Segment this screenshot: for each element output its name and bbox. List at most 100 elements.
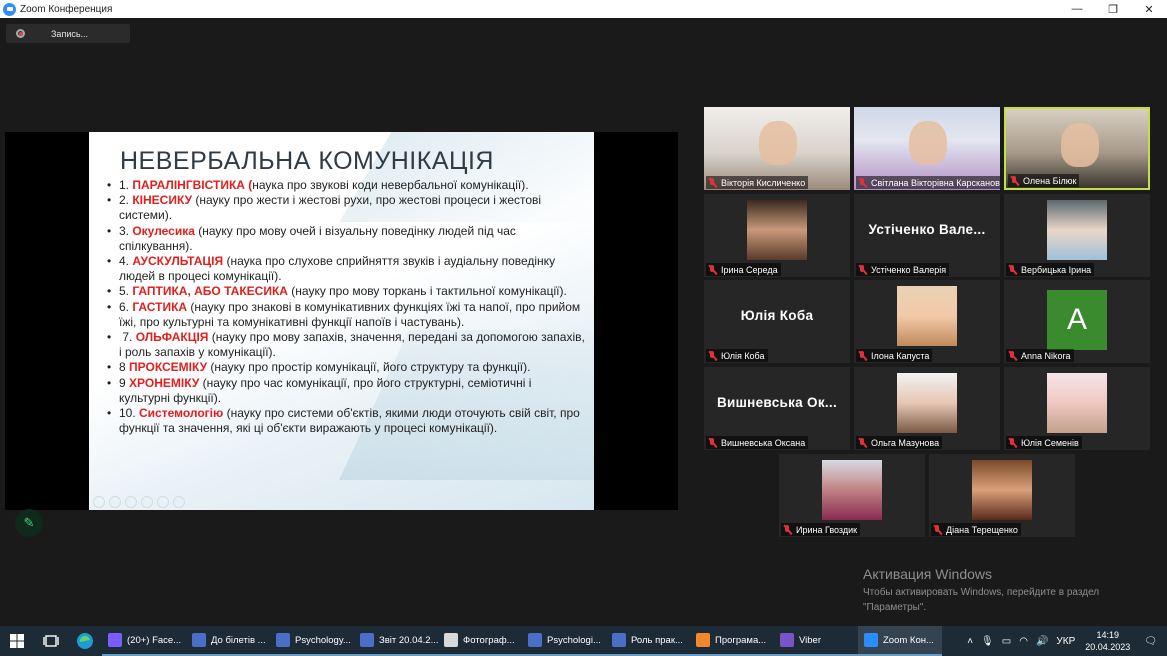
- participant-tile[interactable]: A Anna Nikora: [1004, 280, 1150, 363]
- bullet-number: 10.: [119, 406, 140, 421]
- windows-taskbar: (20+) Face... До білетів ... Psychology...…: [0, 626, 1167, 656]
- slide-bullet-item: 5. ГАПТИКА, АБО ТАКЕСИКА (науку про мову…: [107, 284, 585, 299]
- clock-time: 14:19: [1096, 630, 1120, 640]
- participant-name-label: Юлія Семенів: [1006, 436, 1082, 449]
- next-slide-icon[interactable]: [109, 496, 121, 508]
- slide-bullet-item: 8 ПРОКСЕМІКУ (науку про простір комуніка…: [107, 360, 585, 375]
- volume-icon[interactable]: 🔊: [1036, 636, 1048, 647]
- activation-line1: Чтобы активировать Windows, перейдите в …: [863, 587, 1100, 598]
- recording-label: Запись...: [51, 28, 89, 39]
- taskbar-app-button[interactable]: (20+) Face...: [102, 626, 186, 656]
- taskbar-clock[interactable]: 14:19 20.04.2023: [1085, 629, 1130, 653]
- participant-tile[interactable]: Ольга Мазунова: [854, 367, 1000, 450]
- edge-browser-icon[interactable]: [68, 626, 102, 656]
- zoom-app-icon: [3, 2, 16, 16]
- participant-name-label: Вишневська Оксана: [706, 436, 809, 449]
- close-button[interactable]: ✕: [1131, 0, 1167, 18]
- recording-indicator[interactable]: Запись...: [6, 24, 130, 43]
- participant-video-frame: [897, 286, 957, 346]
- windows-start-icon[interactable]: [0, 626, 34, 656]
- mic-muted-icon: [708, 264, 717, 275]
- taskbar-app-button[interactable]: До білетів ...: [186, 626, 270, 656]
- participant-tile[interactable]: Ірина Середа: [704, 194, 850, 277]
- participant-name-label: Вікторія Кисличенко: [706, 176, 809, 189]
- participant-name: Світлана Вікторівна Карсканова: [871, 177, 1000, 188]
- participant-tile[interactable]: Олена Білюк: [1004, 107, 1150, 190]
- participant-name: Ірина Середа: [721, 264, 778, 275]
- mic-muted-icon: [708, 437, 717, 448]
- annotate-pen-button[interactable]: ✎: [15, 509, 43, 537]
- record-icon: [16, 29, 25, 38]
- prev-slide-icon[interactable]: [93, 496, 105, 508]
- bullet-term: ГАПТИКА, АБО ТАКЕСИКА: [132, 284, 292, 299]
- task-view-icon[interactable]: [34, 626, 68, 656]
- participant-tile[interactable]: Вікторія Кисличенко: [704, 107, 850, 190]
- taskbar-app-label: Фотограф...: [463, 634, 515, 646]
- participant-name-label: Ольга Мазунова: [856, 436, 943, 449]
- participant-avatar: A: [1047, 290, 1107, 350]
- slide-bullet-item: 1. ПАРАЛІНГВІСТИКА (наука про звукові ко…: [107, 178, 585, 193]
- participant-name-label: Ілона Капуста: [856, 349, 933, 362]
- microphone-icon[interactable]: 🎙: [981, 636, 994, 647]
- taskbar-app-label: Програма...: [715, 634, 767, 646]
- taskbar-app-button[interactable]: Фотограф...: [438, 626, 522, 656]
- participant-tile[interactable]: Ирина Гвоздик: [779, 454, 925, 537]
- taskbar-app-button[interactable]: Zoom Кон...: [858, 626, 942, 656]
- participant-name: Устіченко Валерія: [871, 264, 947, 275]
- minimize-button[interactable]: —: [1059, 0, 1095, 18]
- pen-tool-icon[interactable]: [125, 496, 137, 508]
- participant-tile[interactable]: Вербицька Ірина: [1004, 194, 1150, 277]
- clock-date: 20.04.2023: [1085, 642, 1131, 652]
- activation-line2: "Параметры".: [863, 602, 927, 613]
- shared-screen[interactable]: НЕВЕРБАЛЬНА КОМУНІКАЦІЯ 1. ПАРАЛІНГВІСТИ…: [5, 132, 678, 510]
- app-icon: [444, 633, 458, 647]
- participant-name: Юлія Семенів: [1021, 437, 1079, 448]
- taskbar-app-button[interactable]: Роль прак...: [606, 626, 690, 656]
- slide-bullet-list: 1. ПАРАЛІНГВІСТИКА (наука про звукові ко…: [107, 178, 585, 436]
- slide-title: НЕВЕРБАЛЬНА КОМУНІКАЦІЯ: [120, 147, 494, 175]
- battery-icon[interactable]: ▭: [1002, 636, 1011, 647]
- slide-toolbar: [93, 496, 185, 508]
- app-icon: [276, 633, 290, 647]
- bullet-number: 2.: [119, 193, 133, 208]
- taskbar-app-button[interactable]: Psychologi...: [522, 626, 606, 656]
- zoom-icon[interactable]: [157, 496, 169, 508]
- system-tray: ˄ 🎙 ▭ ◠ 🔊 УКР 14:19 20.04.2023 🗨: [963, 626, 1167, 656]
- participant-name: Юлія Коба: [721, 350, 765, 361]
- participant-tile[interactable]: Ілона Капуста: [854, 280, 1000, 363]
- taskbar-app-button[interactable]: Програма...: [690, 626, 774, 656]
- participant-display-name: Юлія Коба: [740, 308, 814, 323]
- restore-button[interactable]: ❐: [1095, 0, 1131, 18]
- participant-tile[interactable]: Юлія Коба Юлія Коба: [704, 280, 850, 363]
- participant-name-label: Ірина Середа: [706, 263, 781, 276]
- meeting-stage: Запись... НЕВЕРБАЛЬНА КОМУНІКАЦІЯ 1. ПАР…: [0, 18, 1167, 626]
- taskbar-app-button[interactable]: Звіт 20.04.2...: [354, 626, 438, 656]
- mic-muted-icon: [1008, 437, 1017, 448]
- show-hidden-icons-icon[interactable]: ˄: [967, 636, 973, 647]
- grid-view-icon[interactable]: [141, 496, 153, 508]
- notifications-icon[interactable]: 🗨: [1144, 636, 1157, 647]
- window-titlebar: Zoom Конференция — ❐ ✕: [0, 0, 1167, 18]
- taskbar-app-button[interactable]: Viber: [774, 626, 858, 656]
- more-options-icon[interactable]: [173, 496, 185, 508]
- participant-name: Anna Nikora: [1021, 350, 1071, 361]
- participant-tile[interactable]: Юлія Семенів: [1004, 367, 1150, 450]
- participant-name-label: Юлія Коба: [706, 349, 768, 362]
- participant-tile[interactable]: Устіченко Вале... Устіченко Валерія: [854, 194, 1000, 277]
- participant-face: [909, 121, 947, 165]
- app-icon: [780, 633, 794, 647]
- taskbar-app-label: Звіт 20.04.2...: [379, 634, 438, 646]
- activation-title: Активация Windows: [863, 566, 993, 582]
- participant-tile[interactable]: Світлана Вікторівна Карсканова: [854, 107, 1000, 190]
- slide-bullet-item: 2. КІНЕСИКУ (науку про жести і жестові р…: [107, 193, 585, 223]
- language-indicator[interactable]: УКР: [1056, 636, 1075, 647]
- wifi-icon[interactable]: ◠: [1019, 636, 1028, 647]
- taskbar-app-button[interactable]: Psychology...: [270, 626, 354, 656]
- participant-name-label: Світлана Вікторівна Карсканова: [856, 176, 1000, 189]
- app-icon: [696, 633, 710, 647]
- bullet-term: Системологію: [139, 406, 227, 421]
- participant-tile[interactable]: Вишневська Ок... Вишневська Оксана: [704, 367, 850, 450]
- participant-video-frame: [822, 460, 882, 520]
- mic-muted-icon: [1008, 264, 1017, 275]
- participant-tile[interactable]: Діана Терещенко: [929, 454, 1075, 537]
